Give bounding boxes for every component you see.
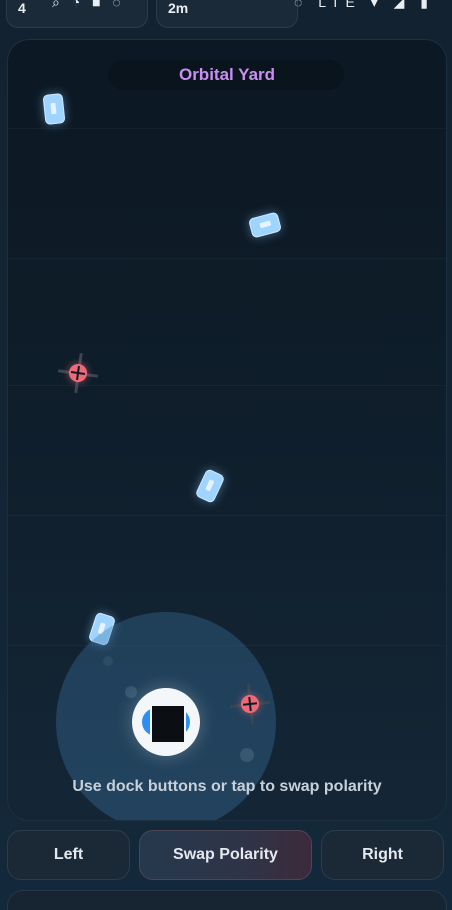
hint-text: Use dock buttons or tap to swap polarity xyxy=(72,778,382,795)
game-screen: 4 ⌕ ◔ ■ ◌ 2m ◌ LTE ▾ ◢ ▮ Orbital Yard Us… xyxy=(0,0,452,910)
status-clock: 4 xyxy=(18,0,26,16)
notification-icons: ⌕ ◔ ■ ◌ xyxy=(52,0,125,10)
crystal-pickup xyxy=(42,93,66,125)
signal-icons: ◌ LTE ▾ ◢ ▮ xyxy=(293,0,434,10)
game-board[interactable]: Orbital Yard Use dock buttons or tap to … xyxy=(7,39,447,821)
crystal-pickup xyxy=(194,468,226,504)
status-duration: 2m xyxy=(168,0,189,16)
crystal-pickup xyxy=(247,211,283,239)
swap-polarity-button[interactable]: Swap Polarity xyxy=(139,830,312,880)
debris-dot xyxy=(240,748,254,762)
player-ship[interactable] xyxy=(132,688,200,756)
mine-hazard xyxy=(55,350,100,395)
board-title: Orbital Yard xyxy=(178,65,276,84)
debris-dot xyxy=(125,686,137,698)
left-button[interactable]: Left xyxy=(7,830,130,880)
right-button[interactable]: Right xyxy=(321,830,444,880)
ship-window xyxy=(150,704,186,744)
bottom-panel xyxy=(7,890,447,910)
mine-hazard xyxy=(228,682,272,726)
debris-dot xyxy=(103,656,113,666)
